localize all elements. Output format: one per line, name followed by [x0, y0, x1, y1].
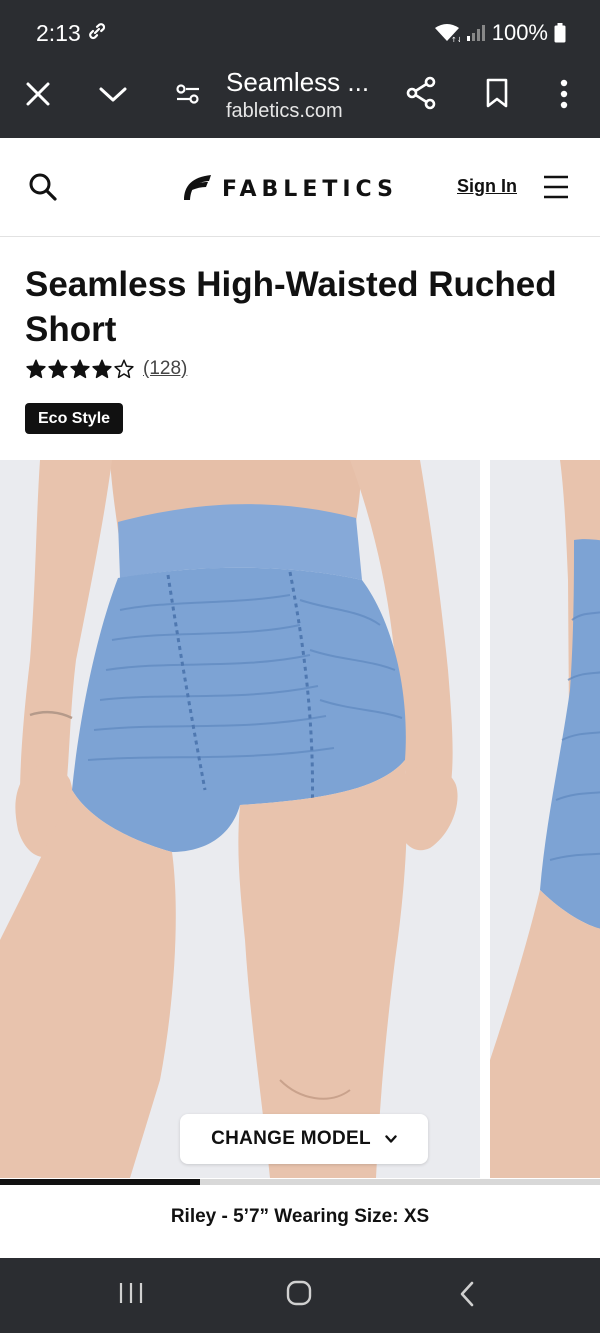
star-rating: [26, 359, 134, 379]
change-model-button[interactable]: CHANGE MODEL: [180, 1114, 428, 1164]
product-title: Seamless High-Waisted Ruched Short: [25, 265, 557, 349]
svg-text:↑↓: ↑↓: [451, 36, 460, 43]
hamburger-menu-icon[interactable]: [543, 174, 569, 205]
product-photo-main[interactable]: [0, 460, 480, 1178]
model-info: Riley - 5’7” Wearing Size: XS: [0, 1186, 600, 1258]
site-logo[interactable]: FABLETICS: [180, 174, 398, 205]
back-icon[interactable]: [458, 1280, 476, 1313]
more-vert-icon[interactable]: [554, 78, 574, 110]
tab-title[interactable]: Seamless ...: [226, 67, 369, 98]
product-rating[interactable]: (128): [26, 358, 187, 380]
status-time: 2:13: [36, 20, 81, 46]
status-bar: 2:13 ↑↓ 100%: [0, 0, 600, 62]
system-nav-bar: [0, 1258, 600, 1333]
change-model-label: CHANGE MODEL: [211, 1128, 371, 1149]
battery-text: 100%: [491, 20, 548, 45]
status-indicators: ↑↓ 100%: [434, 20, 566, 46]
review-count-link[interactable]: (128): [143, 358, 187, 380]
product-gallery[interactable]: CHANGE MODEL: [0, 460, 600, 1180]
share-icon[interactable]: [404, 76, 438, 110]
chevron-down-icon: [385, 1128, 397, 1150]
star-filled-icon: [48, 359, 68, 379]
star-filled-icon: [92, 359, 112, 379]
eco-style-badge: Eco Style: [25, 403, 124, 434]
home-icon[interactable]: [286, 1280, 312, 1311]
star-empty-icon: [114, 359, 134, 379]
recents-icon[interactable]: [118, 1280, 144, 1311]
logo-mark-icon: [180, 174, 212, 205]
search-icon[interactable]: [28, 172, 58, 207]
bookmark-icon[interactable]: [484, 77, 510, 109]
gallery-progress-track: [0, 1179, 600, 1185]
browser-toolbar: Seamless ... fabletics.com: [0, 62, 600, 138]
star-filled-icon: [70, 359, 90, 379]
star-filled-icon: [26, 359, 46, 379]
site-settings-icon[interactable]: [174, 80, 202, 108]
logo-text: FABLETICS: [222, 177, 398, 202]
sign-in-link[interactable]: Sign In: [457, 176, 517, 197]
site-header: FABLETICS Sign In: [0, 138, 600, 237]
gallery-progress-fill: [0, 1179, 200, 1185]
link-icon: [86, 20, 108, 42]
product-photo-next[interactable]: [490, 460, 600, 1178]
signal-icon: [466, 24, 486, 42]
chevron-down-icon[interactable]: [98, 80, 128, 108]
url-domain[interactable]: fabletics.com: [226, 100, 343, 123]
battery-icon: [554, 23, 566, 43]
wifi-icon: ↑↓: [434, 23, 460, 43]
close-icon[interactable]: [24, 80, 52, 108]
